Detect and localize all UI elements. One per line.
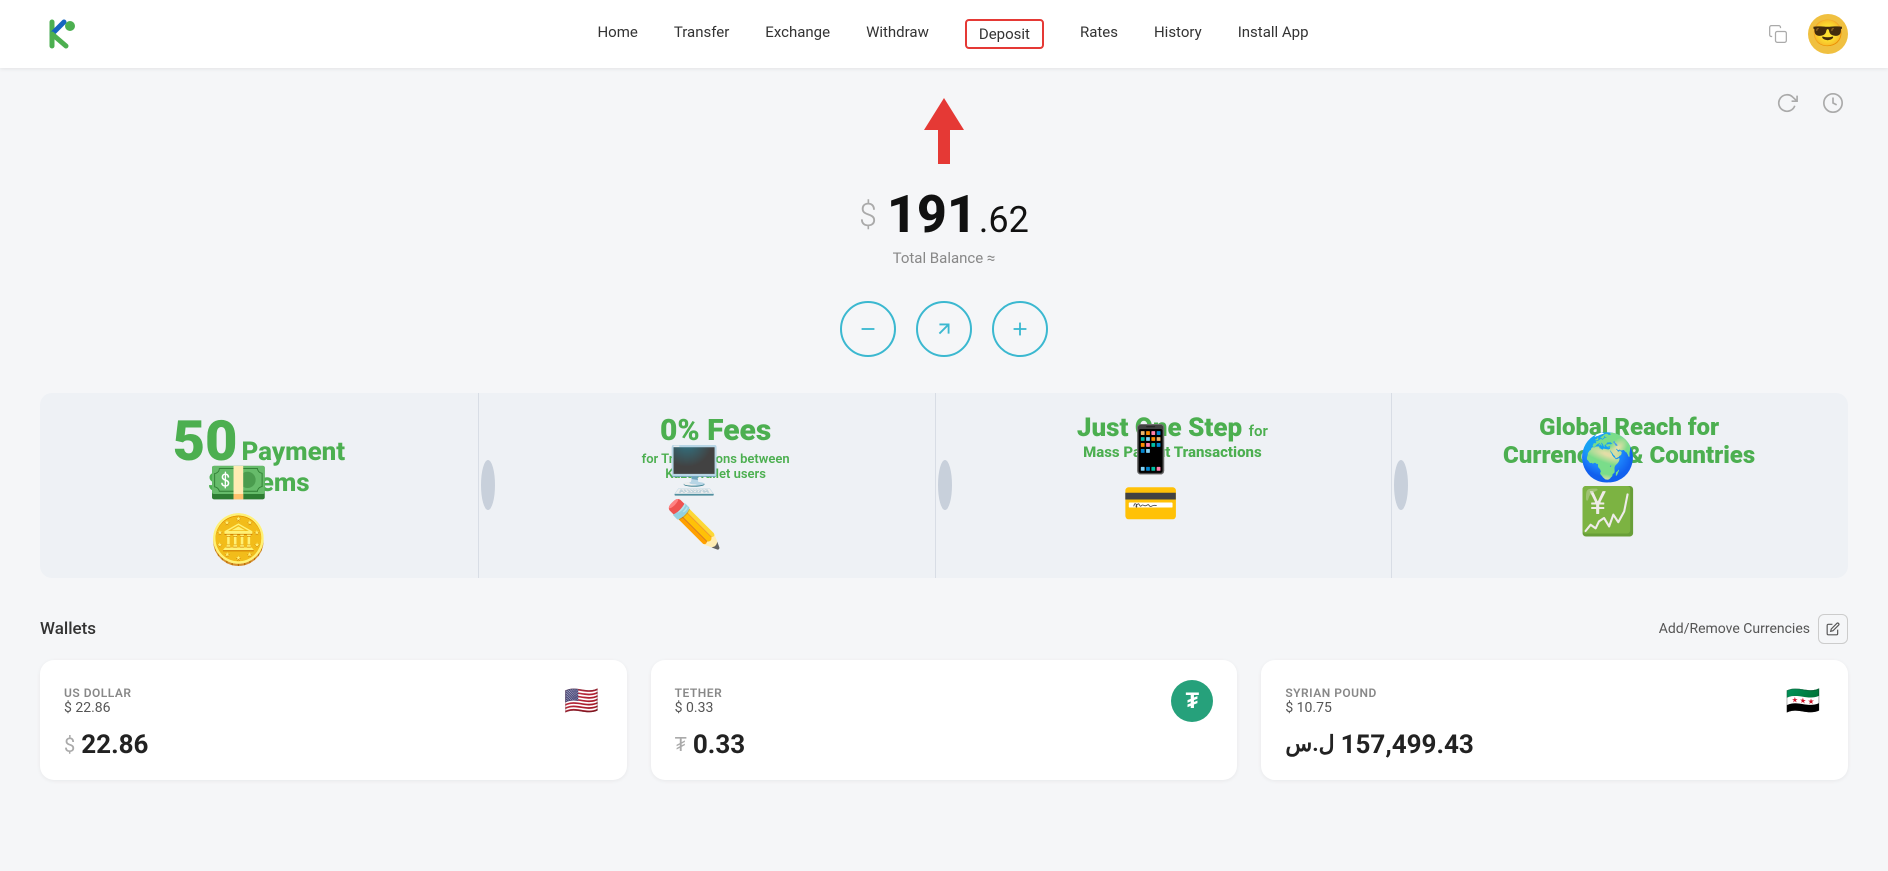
- wallet-symbol-syp: ل.س: [1285, 732, 1334, 757]
- wallet-card-usd[interactable]: US DOLLAR $ 22.86 🇺🇸 $ 22.86: [40, 660, 627, 780]
- wallet-card-header-usdt: TETHER $ 0.33 ₮: [675, 680, 1214, 722]
- wallet-flag-usdt: ₮: [1171, 680, 1213, 722]
- add-remove-currencies-button[interactable]: Add/Remove Currencies: [1659, 614, 1848, 644]
- promo-global-illustration: 🌍💹: [1579, 469, 1679, 539]
- wallet-flag-syp: 🇸🇾: [1782, 680, 1824, 722]
- nav-withdraw[interactable]: Withdraw: [866, 19, 929, 49]
- promo-card-zero-fees: 0% Fees for Transactions betweenKazaWall…: [497, 393, 936, 578]
- promo-card-one-step: Just One Step for Mass Payout Transactio…: [954, 393, 1393, 578]
- wallet-symbol-usd: $: [64, 733, 75, 757]
- nav-links: Home Transfer Exchange Withdraw Deposit …: [144, 19, 1762, 49]
- wallet-currency-name-usd: US DOLLAR: [64, 686, 132, 700]
- promo-section: 50 PaymentSystems 💵🪙 0% Fees for Transac…: [40, 393, 1848, 578]
- promo-card-global: Global Reach forCurrencies & Countries 🌍…: [1410, 393, 1848, 578]
- promo-fees-illustration: 🖥️✏️: [666, 482, 766, 552]
- nav-install-app[interactable]: Install App: [1238, 19, 1309, 49]
- balance-amount: $ 191 .62: [859, 184, 1029, 245]
- nav-exchange[interactable]: Exchange: [765, 19, 830, 49]
- nav-history[interactable]: History: [1154, 19, 1202, 49]
- wallet-symbol-usdt: ₮: [675, 732, 687, 757]
- balance-label: Total Balance ≈: [893, 249, 996, 267]
- transfer-button[interactable]: [992, 301, 1048, 357]
- logo[interactable]: [40, 12, 84, 56]
- promo-divider-1: [479, 393, 497, 578]
- nav-transfer[interactable]: Transfer: [674, 19, 729, 49]
- wallet-card-header-syp: SYRIAN POUND $ 10.75 🇸🇾: [1285, 680, 1824, 722]
- wallet-card-header-usd: US DOLLAR $ 22.86 🇺🇸: [64, 680, 603, 722]
- main-content: $ 191 .62 Total Balance ≈: [0, 68, 1888, 810]
- copy-icon[interactable]: [1762, 18, 1794, 50]
- wallet-usd-equiv-syp: $ 10.75: [1285, 700, 1377, 716]
- wallet-amount-usd: 22.86: [81, 730, 148, 760]
- navbar: Home Transfer Exchange Withdraw Deposit …: [0, 0, 1888, 68]
- nav-home[interactable]: Home: [597, 19, 637, 49]
- balance-section: $ 191 .62 Total Balance ≈: [859, 184, 1029, 267]
- balance-main-amount: 191: [887, 184, 977, 245]
- wallet-main-amount-usdt: ₮ 0.33: [675, 730, 1214, 760]
- wallet-main-amount-syp: ل.س 157,499.43: [1285, 730, 1824, 760]
- wallet-card-usdt[interactable]: TETHER $ 0.33 ₮ ₮ 0.33: [651, 660, 1238, 780]
- nav-right: 😎: [1762, 14, 1848, 54]
- wallet-usd-equiv-usdt: $ 0.33: [675, 700, 723, 716]
- action-buttons: [840, 301, 1048, 357]
- edit-icon: [1818, 614, 1848, 644]
- wallets-title: Wallets: [40, 619, 96, 639]
- wallet-currency-name-usdt: TETHER: [675, 686, 723, 700]
- wallets-header: Wallets Add/Remove Currencies: [40, 614, 1848, 644]
- add-remove-label: Add/Remove Currencies: [1659, 621, 1810, 637]
- wallet-main-amount-usd: $ 22.86: [64, 730, 603, 760]
- user-avatar[interactable]: 😎: [1808, 14, 1848, 54]
- wallet-usd-equiv-usd: $ 22.86: [64, 700, 132, 716]
- promo-onestep-illustration: 📱💳: [1122, 461, 1222, 531]
- withdraw-button[interactable]: [840, 301, 896, 357]
- nav-deposit[interactable]: Deposit: [965, 19, 1044, 49]
- wallet-card-syp[interactable]: SYRIAN POUND $ 10.75 🇸🇾 ل.س 157,499.43: [1261, 660, 1848, 780]
- balance-cents: .62: [979, 199, 1029, 241]
- promo-zero-fees-title: 0% Fees: [642, 413, 790, 448]
- wallet-amount-usdt: 0.33: [693, 730, 745, 760]
- promo-divider-3: [1392, 393, 1410, 578]
- nav-rates[interactable]: Rates: [1080, 19, 1118, 49]
- wallet-cards: US DOLLAR $ 22.86 🇺🇸 $ 22.86 TETHER $ 0.…: [40, 660, 1848, 780]
- promo-card-payment-systems: 50 PaymentSystems 💵🪙: [40, 393, 479, 578]
- deposit-button[interactable]: [916, 301, 972, 357]
- wallet-flag-usd: 🇺🇸: [561, 680, 603, 722]
- promo-divider-2: [936, 393, 954, 578]
- promo-payment-illustration: 💵🪙: [209, 498, 309, 568]
- wallet-currency-name-syp: SYRIAN POUND: [1285, 686, 1377, 700]
- balance-currency-symbol: $: [859, 196, 877, 234]
- deposit-arrow-indicator: [924, 98, 964, 164]
- wallet-amount-syp: 157,499.43: [1341, 730, 1474, 760]
